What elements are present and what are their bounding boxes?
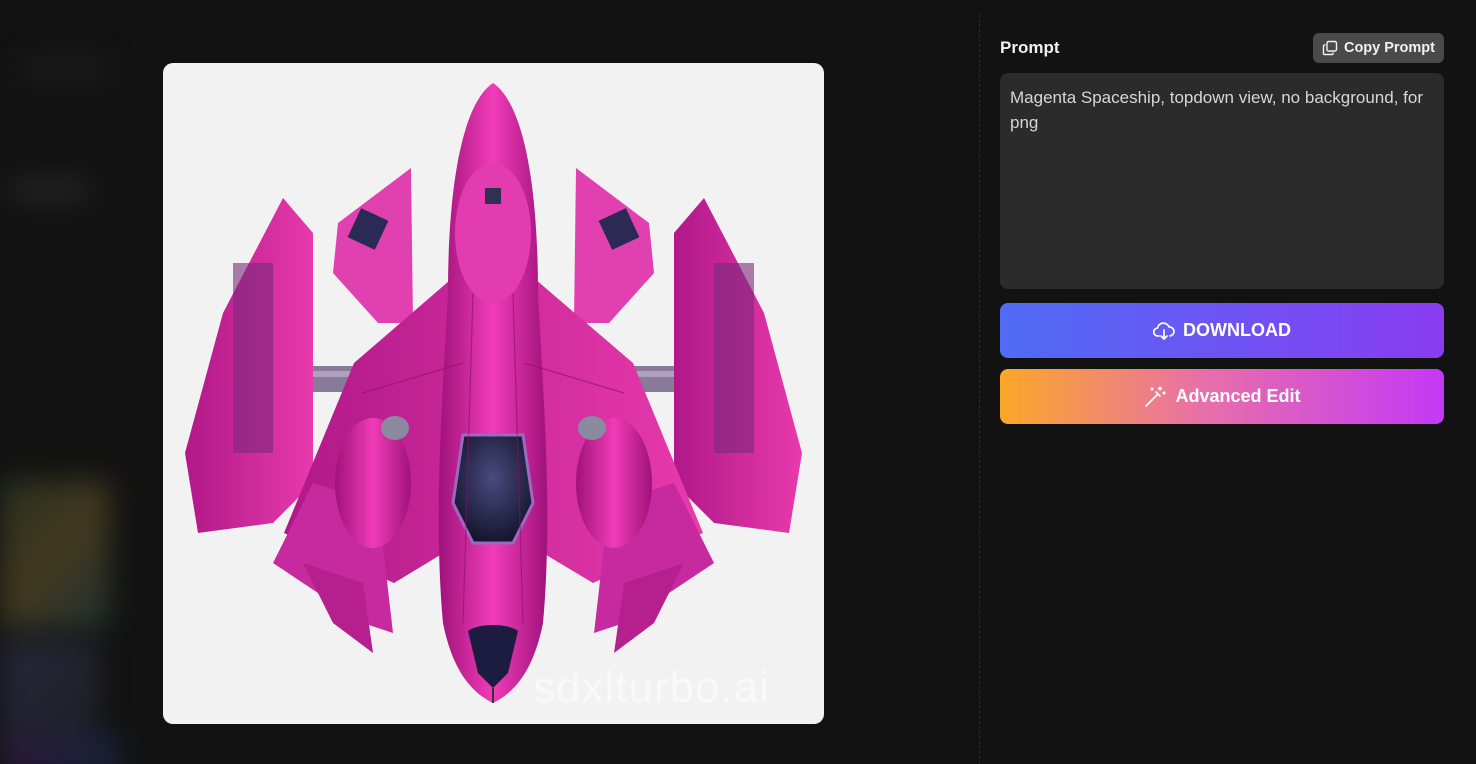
- panel-divider: [979, 14, 980, 764]
- prompt-title: Prompt: [1000, 38, 1060, 57]
- copy-icon: [1322, 40, 1338, 56]
- watermark-text: sdxlturbo.ai: [533, 663, 771, 712]
- advanced-edit-label: Advanced Edit: [1175, 386, 1301, 406]
- prompt-panel: Prompt Copy Prompt Magenta Spaceship, to…: [1000, 33, 1444, 424]
- download-button[interactable]: DOWNLOAD: [1000, 303, 1444, 358]
- advanced-edit-button[interactable]: Advanced Edit: [1000, 369, 1444, 424]
- prompt-header: Prompt Copy Prompt: [1000, 33, 1444, 63]
- magic-wand-icon: [1143, 385, 1167, 409]
- cloud-download-icon: [1153, 321, 1175, 341]
- copy-prompt-label: Copy Prompt: [1343, 40, 1435, 56]
- blurred-background: [0, 0, 140, 764]
- prompt-textarea[interactable]: Magenta Spaceship, topdown view, no back…: [1000, 73, 1444, 289]
- download-label: DOWNLOAD: [1183, 320, 1291, 340]
- generated-image: sdxlturbo.ai: [163, 63, 824, 724]
- copy-prompt-button[interactable]: Copy Prompt: [1312, 33, 1444, 63]
- spaceship-illustration: [185, 83, 802, 703]
